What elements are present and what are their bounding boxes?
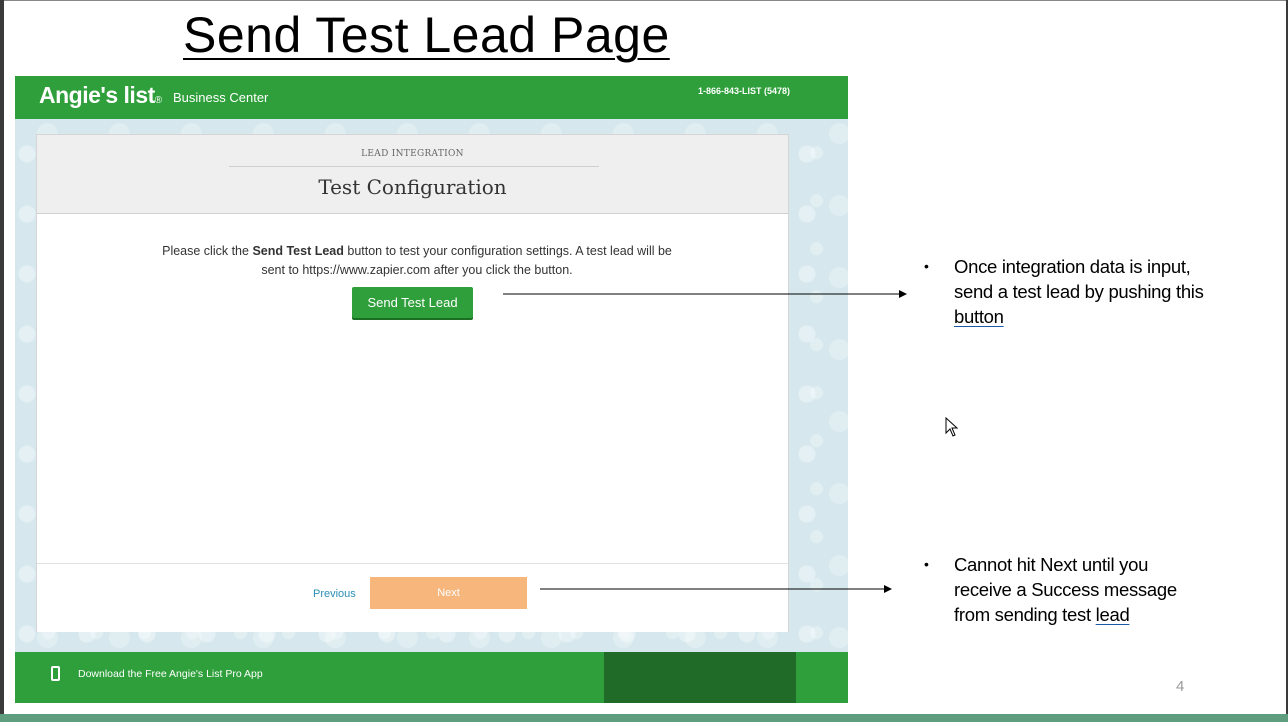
annotation-2-underlined: lead — [1095, 604, 1130, 625]
send-test-lead-button[interactable]: Send Test Lead — [352, 287, 473, 318]
page-number: 4 — [1176, 678, 1185, 695]
lead-integration-card: LEAD INTEGRATION Test Configuration Plea… — [36, 134, 789, 632]
arrow-to-send-note — [503, 290, 907, 298]
logo-mark: ® — [154, 95, 162, 106]
instructions-text: Please click the Send Test Lead button t… — [157, 242, 677, 280]
section-label: LEAD INTEGRATION — [361, 149, 464, 159]
bullet-icon: • — [924, 556, 929, 572]
angies-list-logo[interactable]: Angie's list® — [39, 82, 162, 109]
bullet-icon: • — [924, 258, 929, 274]
instructions-pre: Please click the — [162, 244, 253, 258]
annotation-next-disabled: Cannot hit Next until you receive a Succ… — [954, 552, 1204, 627]
arrow-to-next-note — [540, 585, 892, 593]
mobile-phone-icon — [51, 666, 60, 681]
page-title: Test Configuration — [318, 175, 507, 199]
app-header: Angie's list® Business Center 1-866-843-… — [15, 76, 848, 119]
embedded-app-screenshot: Angie's list® Business Center 1-866-843-… — [15, 76, 848, 703]
card-header: LEAD INTEGRATION Test Configuration — [37, 135, 788, 214]
header-divider — [229, 166, 599, 167]
slide-border-left — [0, 0, 4, 722]
annotation-send-test-lead: Once integration data is input, send a t… — [954, 254, 1234, 329]
slide-border-bottom — [0, 714, 1288, 722]
annotation-1-text: Once integration data is input, send a t… — [954, 256, 1204, 302]
footer-dark-panel — [604, 652, 796, 703]
instructions-bold: Send Test Lead — [252, 244, 344, 258]
download-app-link[interactable]: Download the Free Angie's List Pro App — [78, 668, 263, 680]
previous-link[interactable]: Previous — [313, 588, 356, 600]
annotation-2-text: Cannot hit Next until you receive a Succ… — [954, 554, 1177, 625]
card-footer-nav: Previous Next — [37, 563, 788, 632]
phone-number: 1-866-843-LIST (5478) — [697, 86, 790, 96]
annotation-1-underlined: button — [954, 306, 1004, 327]
logo-subtitle: Business Center — [173, 90, 269, 105]
mouse-pointer-icon — [945, 417, 959, 437]
logo-text: Angie's list — [39, 82, 155, 108]
next-button[interactable]: Next — [370, 577, 527, 609]
app-footer: Download the Free Angie's List Pro App — [15, 652, 848, 703]
slide-title: Send Test Lead Page — [183, 7, 670, 63]
slide-border-top — [0, 0, 1288, 1]
